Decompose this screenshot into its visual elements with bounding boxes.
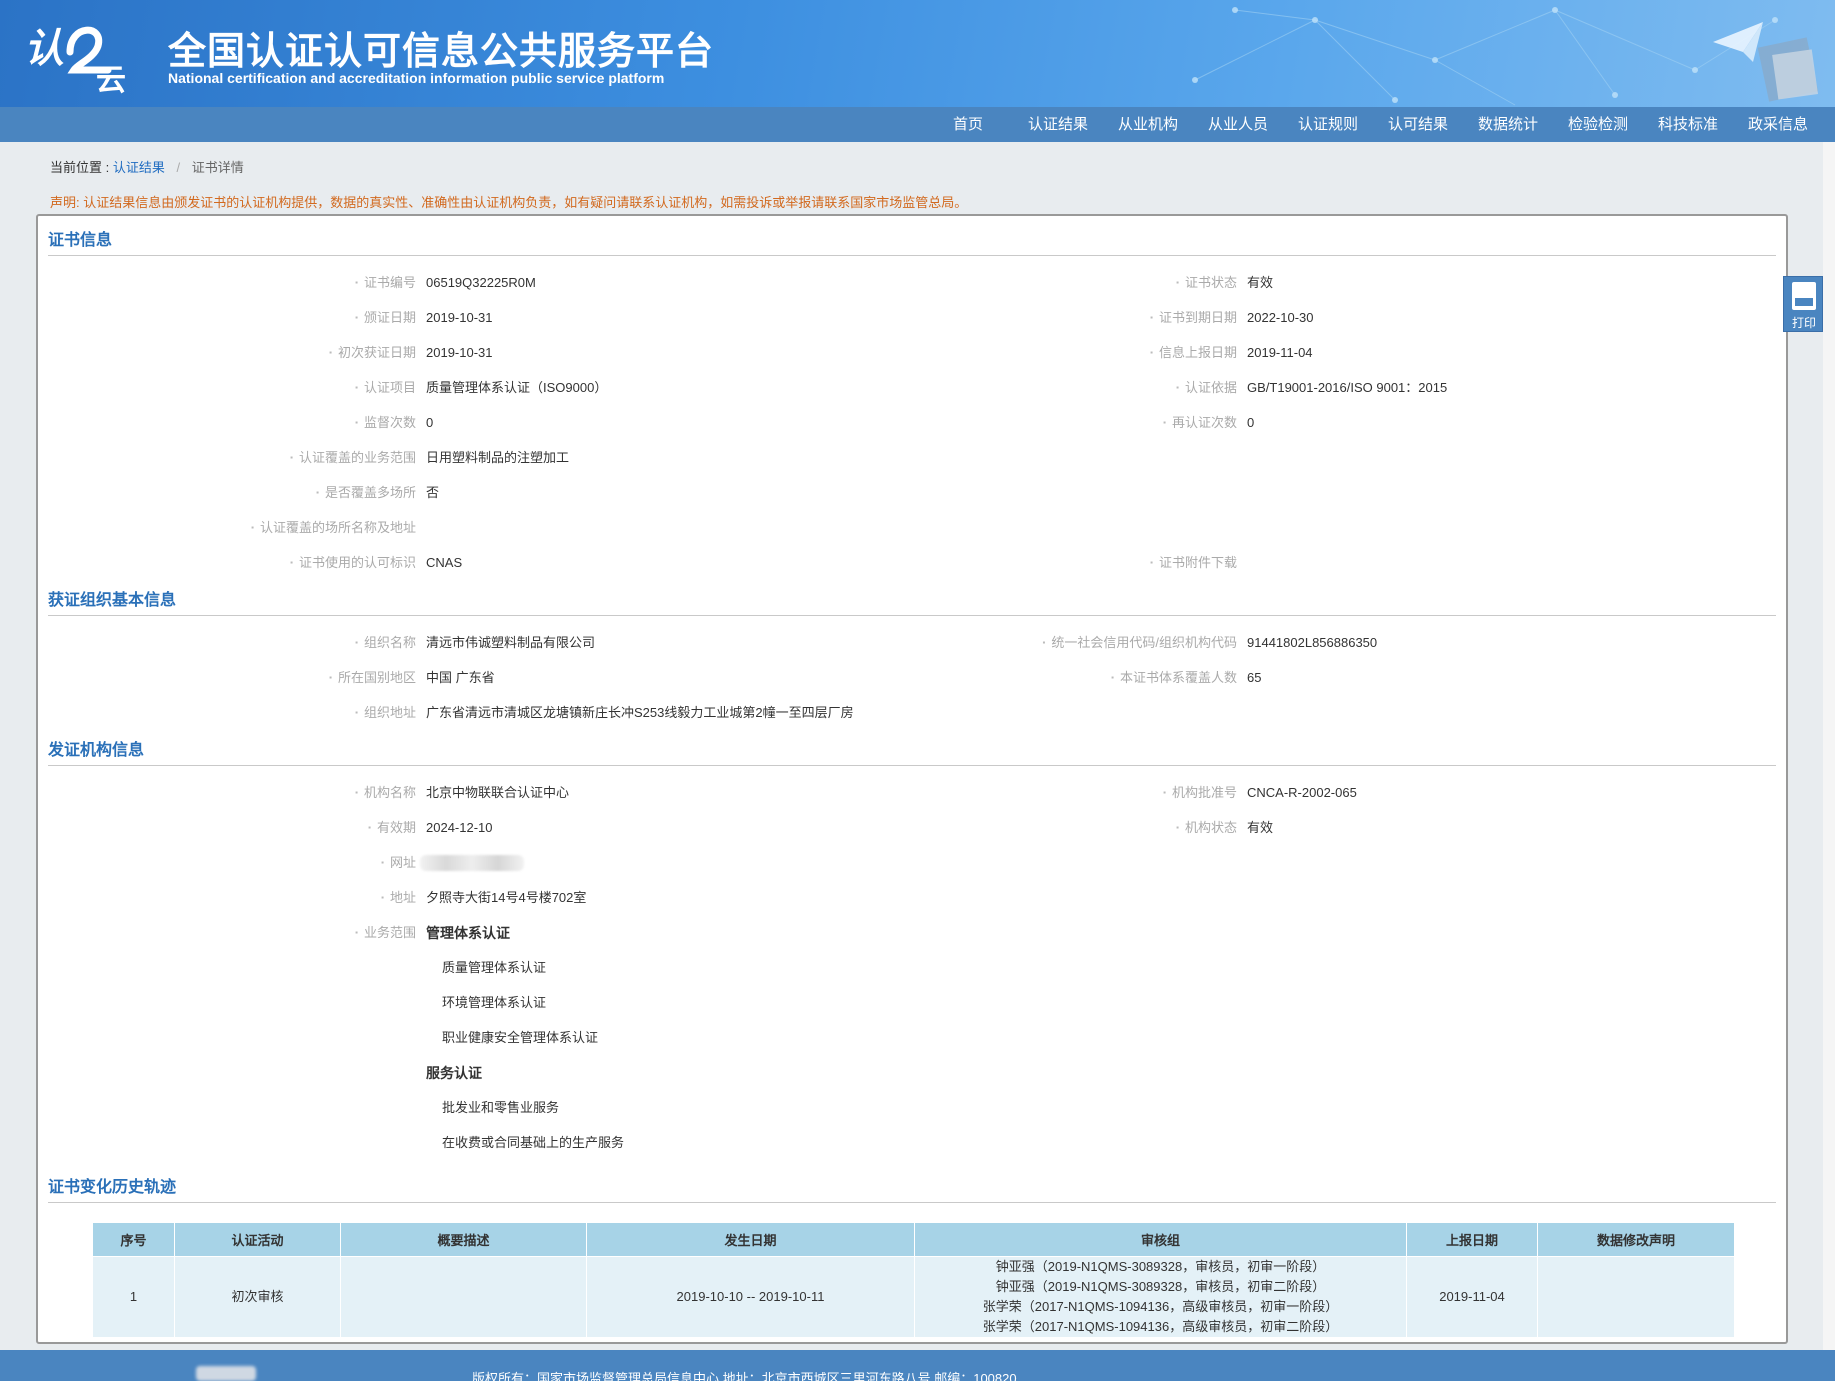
main-nav: 首页 认证结果 从业机构 从业人员 认证规则 认可结果 数据统计 检验检测 科技… <box>0 107 1835 142</box>
svg-text:云: 云 <box>96 63 126 94</box>
nav-cert-rules[interactable]: 认证规则 <box>1283 107 1373 142</box>
scope-item: 质量管理体系认证 <box>442 960 547 975</box>
section-divider <box>48 255 1776 256</box>
footer-text: 版权所有：国家市场监督管理总局信息中心 地址：北京市西城区三里河东路八号 邮编：… <box>472 1371 1017 1381</box>
cell-auditors: 钟亚强（2019-N1QMS-3089328，审核员，初审一阶段） 钟亚强（20… <box>914 1256 1407 1338</box>
nav-inspection-testing[interactable]: 检验检测 <box>1553 107 1643 142</box>
col-report-date: 上报日期 <box>1406 1222 1538 1257</box>
printer-icon <box>1792 282 1816 310</box>
breadcrumb-prefix: 当前位置 : <box>50 160 110 175</box>
auditor-line: 张学荣（2017-N1QMS-1094136，高级审核员，初审一阶段） <box>982 1299 1339 1314</box>
table-row: 1 初次审核 2019-10-10 -- 2019-10-11 钟亚强（2019… <box>92 1256 1735 1338</box>
scope-service-title: 服务认证 <box>426 1065 482 1081</box>
breadcrumb-link-cert-results[interactable]: 认证结果 <box>113 160 165 175</box>
col-desc: 概要描述 <box>340 1222 587 1257</box>
svg-text:认: 认 <box>24 26 64 72</box>
breadcrumb: 当前位置 : 认证结果 / 证书详情 <box>50 157 244 176</box>
cell-date: 2019-10-10 -- 2019-10-11 <box>586 1256 915 1338</box>
footer: 版权所有：国家市场监督管理总局信息中心 地址：北京市西城区三里河东路八号 邮编：… <box>0 1350 1835 1381</box>
cell-desc <box>340 1256 587 1338</box>
print-button[interactable]: 打印 <box>1783 276 1823 332</box>
footer-logo <box>196 1366 256 1381</box>
breadcrumb-separator: / <box>176 160 181 175</box>
section-divider <box>48 615 1776 616</box>
col-no: 序号 <box>92 1222 175 1257</box>
nav-institutions[interactable]: 从业机构 <box>1103 107 1193 142</box>
breadcrumb-current: 证书详情 <box>191 160 244 175</box>
nav-home[interactable]: 首页 <box>923 107 1013 142</box>
renzhengyun-logo[interactable]: 认 云 <box>24 14 132 94</box>
section-divider <box>48 1202 1776 1203</box>
website-redacted[interactable] <box>420 855 524 871</box>
section-title-issuer: 发证机构信息 <box>48 742 145 759</box>
cell-no: 1 <box>92 1256 175 1338</box>
col-activity: 认证活动 <box>174 1222 341 1257</box>
nav-statistics[interactable]: 数据统计 <box>1463 107 1553 142</box>
cell-statement <box>1537 1256 1735 1338</box>
cell-report-date: 2019-11-04 <box>1406 1256 1538 1338</box>
section-title-cert: 证书信息 <box>48 232 113 249</box>
header-banner: 认 云 全国认证认可信息公共服务平台 National certificatio… <box>0 0 1835 107</box>
scope-item: 批发业和零售业服务 <box>442 1100 560 1115</box>
scope-item: 在收费或合同基础上的生产服务 <box>442 1135 625 1150</box>
table-header-row: 序号 认证活动 概要描述 发生日期 审核组 上报日期 数据修改声明 <box>92 1222 1735 1257</box>
site-subtitle: National certification and accreditation… <box>168 70 665 86</box>
nav-cert-results[interactable]: 认证结果 <box>1013 107 1103 142</box>
scope-item: 职业健康安全管理体系认证 <box>442 1030 599 1045</box>
section-divider <box>48 765 1776 766</box>
section-title-org: 获证组织基本信息 <box>48 592 177 609</box>
print-label: 打印 <box>1791 316 1816 330</box>
site-title: 全国认证认可信息公共服务平台 <box>168 29 715 73</box>
auditor-line: 钟亚强（2019-N1QMS-3089328，审核员，初审一阶段） <box>995 1259 1326 1274</box>
history-table: 序号 认证活动 概要描述 发生日期 审核组 上报日期 数据修改声明 1 初次审核… <box>92 1222 1735 1338</box>
col-date: 发生日期 <box>586 1222 915 1257</box>
scrollbar-track[interactable] <box>1823 142 1835 1350</box>
cell-activity: 初次审核 <box>174 1256 341 1338</box>
col-statement: 数据修改声明 <box>1537 1222 1735 1257</box>
nav-practitioners[interactable]: 从业人员 <box>1193 107 1283 142</box>
nav-procurement[interactable]: 政采信息 <box>1733 107 1823 142</box>
nav-accreditation-results[interactable]: 认可结果 <box>1373 107 1463 142</box>
nav-tech-standards[interactable]: 科技标准 <box>1643 107 1733 142</box>
col-auditors: 审核组 <box>914 1222 1407 1257</box>
auditor-line: 钟亚强（2019-N1QMS-3089328，审核员，初审二阶段） <box>995 1279 1326 1294</box>
disclaimer: 声明: 认证结果信息由颁发证书的认证机构提供，数据的真实性、准确性由认证机构负责… <box>50 195 968 210</box>
detail-panel: 证书信息 证书编号06519Q32225R0M 颁证日期2019-10-31 初… <box>36 214 1788 1344</box>
scope-item: 环境管理体系认证 <box>442 995 547 1010</box>
paper-airplane-decoration <box>1713 22 1819 102</box>
auditor-line: 张学荣（2017-N1QMS-1094136，高级审核员，初审二阶段） <box>982 1319 1339 1334</box>
section-title-history: 证书变化历史轨迹 <box>48 1179 177 1196</box>
